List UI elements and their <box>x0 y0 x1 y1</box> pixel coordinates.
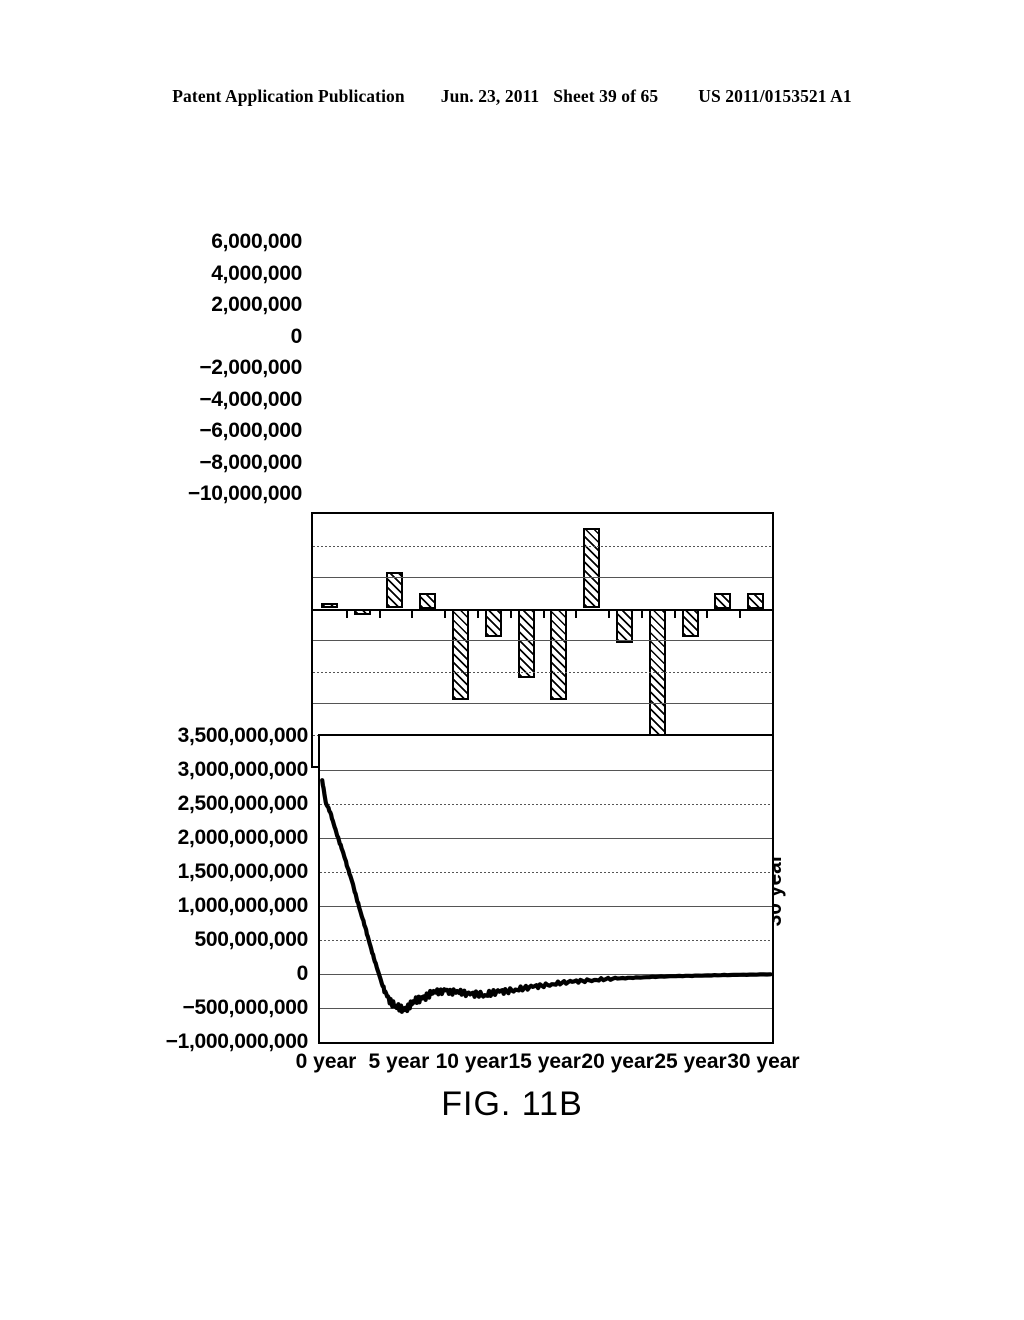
bar <box>452 608 470 700</box>
y-axis-tick-label: 3,500,000,000 <box>177 724 309 747</box>
y-axis-tick-label: −500,000,000 <box>182 996 309 1019</box>
sheet-number: Sheet 39 of 65 <box>553 86 659 106</box>
gridline <box>313 640 772 641</box>
chart-11a: 6,000,000 4,000,000 2,000,000 0 −2,000,000 −4… <box>0 230 1024 926</box>
chart-11a-plot-area <box>311 512 774 768</box>
bar <box>550 608 568 700</box>
y-axis-tick-label: −4,000,000 <box>199 387 302 411</box>
y-axis-tick-label: 6,000,000 <box>211 230 302 253</box>
bar <box>517 608 535 678</box>
x-axis-tick <box>772 609 774 618</box>
x-axis-tick-label: 25 year <box>654 1050 727 1073</box>
x-axis-tick-label: 10 year <box>435 1050 508 1073</box>
gridline <box>313 671 772 673</box>
y-axis-tick-label: 2,000,000,000 <box>177 826 309 849</box>
chart-11b-line-series <box>320 778 772 1014</box>
x-axis-tick-label: 15 year <box>508 1050 581 1073</box>
figure-11b-caption: FIG. 11B <box>441 1085 583 1123</box>
bar <box>615 608 633 644</box>
y-axis-tick-label: −6,000,000 <box>199 419 302 442</box>
chart-11b-y-axis: 3,500,000,000 3,000,000,000 2,500,000,000 2… <box>140 720 316 1053</box>
y-axis-tick-label: 1,000,000,000 <box>177 894 309 917</box>
zero-axis-line <box>313 608 772 611</box>
y-axis-tick-label: −2,000,000 <box>199 356 302 379</box>
y-axis-tick-label: −8,000,000 <box>199 450 302 474</box>
y-axis-tick-label: 0 <box>296 962 309 985</box>
bar <box>681 608 699 637</box>
gridline <box>313 703 772 704</box>
publication-date: Jun. 23, 2011 <box>440 86 540 106</box>
y-axis-tick-label: 4,000,000 <box>211 261 302 285</box>
x-axis-tick-label: 5 year <box>368 1050 430 1073</box>
y-axis-tick-label: 1,500,000,000 <box>177 860 309 883</box>
chart-11b-plot-area <box>318 734 774 1044</box>
y-axis-tick-label: −10,000,000 <box>187 482 302 505</box>
y-axis-tick-label: 2,500,000,000 <box>177 792 309 815</box>
bar <box>484 608 502 637</box>
publication-label: Patent Application Publication <box>172 86 405 106</box>
gridline <box>313 577 772 578</box>
bar <box>747 592 765 609</box>
y-axis-tick-label: 0 <box>290 324 303 348</box>
y-axis-tick-label: 3,000,000,000 <box>177 758 309 781</box>
chart-11a-y-axis: 6,000,000 4,000,000 2,000,000 0 −2,000,000 −4… <box>188 230 308 508</box>
line-path <box>320 778 772 1014</box>
x-axis-tick-label: 20 year <box>581 1050 654 1073</box>
publication-header: Patent Application Publication Jun. 23, … <box>0 86 1024 107</box>
bar <box>419 592 437 609</box>
chart-11b-x-axis: 0 year 5 year 10 year 15 year 20 year 25 year… <box>260 1050 820 1082</box>
bar <box>714 592 732 609</box>
gridline <box>313 545 772 547</box>
y-axis-tick-label: 2,000,000 <box>211 293 302 316</box>
x-axis-tick-label: 0 year <box>295 1050 357 1073</box>
bar <box>648 608 666 738</box>
y-axis-tick-label: 500,000,000 <box>194 928 309 951</box>
figure-11a: 6,000,000 4,000,000 2,000,000 0 −2,000,000 −4… <box>0 230 1024 926</box>
x-axis-tick-label: 30 year <box>727 1050 800 1073</box>
bar <box>583 528 601 609</box>
patent-number: US 2011/0153521 A1 <box>698 86 852 106</box>
